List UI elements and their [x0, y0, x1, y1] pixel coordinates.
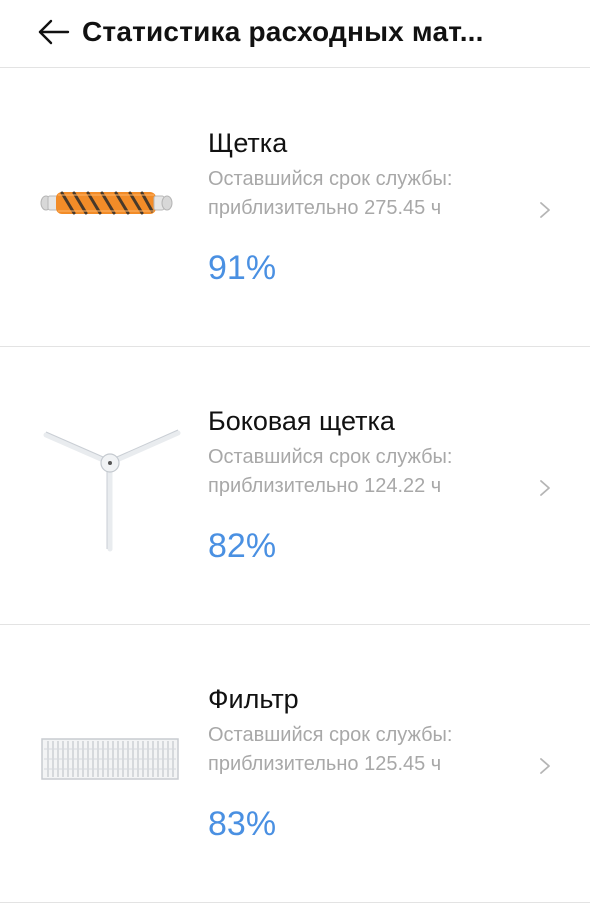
chevron-right-icon — [537, 755, 553, 777]
percent-remaining: 91% — [208, 249, 277, 287]
main-brush-image — [30, 133, 190, 273]
consumable-item-main-brush[interactable]: Щетка Оставшийся срок службы: приблизите… — [0, 69, 590, 347]
remaining-life-label: Оставшийся срок службы: — [208, 446, 453, 468]
remaining-life-label: Оставшийся срок службы: — [208, 724, 453, 746]
percent-remaining: 83% — [208, 805, 277, 843]
consumable-item-filter[interactable]: Фильтр Оставшийся срок службы: приблизит… — [0, 625, 590, 903]
item-name: Щетка — [208, 128, 288, 158]
remaining-life-value: приблизительно 275.45 ч — [208, 197, 442, 219]
item-name: Фильтр — [208, 684, 299, 714]
top-bar: Статистика расходных мат... — [0, 0, 590, 68]
remaining-life-value: приблизительно 124.22 ч — [208, 475, 442, 497]
remaining-life-value: приблизительно 125.45 ч — [208, 753, 442, 775]
page-title: Статистика расходных мат... — [82, 16, 484, 47]
back-arrow-icon[interactable] — [36, 16, 72, 48]
percent-remaining: 82% — [208, 527, 277, 565]
remaining-life-label: Оставшийся срок службы: — [208, 168, 453, 190]
consumable-item-side-brush[interactable]: Боковая щетка Оставшийся срок службы: пр… — [0, 347, 590, 625]
item-name: Боковая щетка — [208, 406, 395, 436]
chevron-right-icon — [537, 477, 553, 499]
filter-image — [30, 689, 190, 829]
chevron-right-icon — [537, 199, 553, 221]
side-brush-image — [30, 419, 190, 559]
